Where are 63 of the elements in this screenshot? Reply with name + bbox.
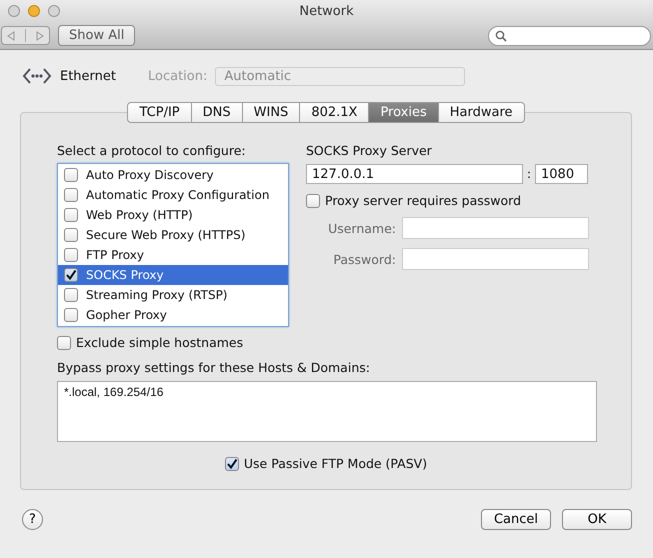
service-name: Ethernet <box>60 68 116 84</box>
dialog-button[interactable]: Cancel <box>481 509 551 530</box>
checkbox[interactable] <box>64 248 78 262</box>
protocol-row[interactable]: FTP Proxy <box>58 245 288 265</box>
protocol-name: SOCKS Proxy <box>86 268 164 282</box>
protocol-row[interactable]: SOCKS Proxy <box>58 265 288 285</box>
protocol-name: FTP Proxy <box>86 248 144 262</box>
show-all-button[interactable]: Show All <box>58 25 136 46</box>
port-field[interactable]: 1080 <box>535 164 588 184</box>
window-title: Network <box>299 4 354 18</box>
dialog-button[interactable]: OK <box>562 509 632 530</box>
location-label: Location: <box>148 68 208 84</box>
checkbox[interactable] <box>57 336 71 350</box>
protocol-name: Auto Proxy Discovery <box>86 168 214 182</box>
forward-icon[interactable] <box>34 30 45 40</box>
ethernet-icon <box>22 66 52 86</box>
protocol-row[interactable]: Gopher Proxy <box>58 305 288 325</box>
search-icon <box>495 30 507 42</box>
search-field[interactable] <box>488 26 651 46</box>
tab[interactable]: DNS <box>192 102 243 123</box>
protocol-name: Automatic Proxy Configuration <box>86 188 270 202</box>
checkbox[interactable] <box>64 208 78 222</box>
checkbox[interactable] <box>64 168 78 182</box>
protocol-row[interactable]: Auto Proxy Discovery <box>58 165 288 185</box>
protocol-name: Gopher Proxy <box>86 308 167 322</box>
bypass-label: Bypass proxy settings for these Hosts & Domains: <box>57 360 371 375</box>
checkbox-label: Exclude simple hostnames <box>76 335 244 350</box>
protocol-name: Web Proxy (HTTP) <box>86 208 193 222</box>
protocol-row[interactable]: Web Proxy (HTTP) <box>58 205 288 225</box>
tab[interactable]: Proxies <box>369 102 439 123</box>
help-button[interactable]: ? <box>22 509 43 530</box>
checkbox[interactable] <box>64 228 78 242</box>
checkbox[interactable] <box>64 288 78 302</box>
back-forward-control[interactable] <box>1 26 50 45</box>
checkbox-label: Proxy server requires password <box>325 193 522 208</box>
protocol-row[interactable]: Streaming Proxy (RTSP) <box>58 285 288 305</box>
checkbox[interactable] <box>64 308 78 322</box>
checkbox-label: Use Passive FTP Mode (PASV) <box>244 456 428 471</box>
checkbox[interactable] <box>64 188 78 202</box>
protocol-list-label: Select a protocol to configure: <box>57 143 247 158</box>
host-field[interactable]: 127.0.0.1 <box>306 164 523 184</box>
protocol-name: Streaming Proxy (RTSP) <box>86 288 228 302</box>
checkbox[interactable] <box>306 194 320 208</box>
protocol-name: Secure Web Proxy (HTTPS) <box>86 228 246 242</box>
tab[interactable]: Hardware <box>438 102 525 123</box>
username-field[interactable] <box>402 217 589 239</box>
checkbox[interactable] <box>224 456 239 470</box>
protocol-row[interactable]: Automatic Proxy Configuration <box>58 185 288 205</box>
separator: : <box>526 167 532 181</box>
back-icon[interactable] <box>6 30 16 40</box>
tab[interactable]: TCP/IP <box>127 102 192 123</box>
server-label: SOCKS Proxy Server <box>306 143 433 158</box>
bypass-text-area[interactable]: *.local, 169.254/16 <box>57 381 597 442</box>
minimize-window-button[interactable] <box>28 5 40 17</box>
zoom-window-button[interactable] <box>48 5 60 17</box>
checkbox[interactable] <box>64 268 78 282</box>
tab[interactable]: WINS <box>242 102 300 123</box>
protocol-row[interactable]: Secure Web Proxy (HTTPS) <box>58 225 288 245</box>
close-window-button[interactable] <box>8 5 20 17</box>
password-label: Password: <box>332 252 397 266</box>
tab[interactable]: 802.1X <box>300 102 370 123</box>
password-field[interactable] <box>402 248 589 270</box>
username-label: Username: <box>327 220 397 236</box>
